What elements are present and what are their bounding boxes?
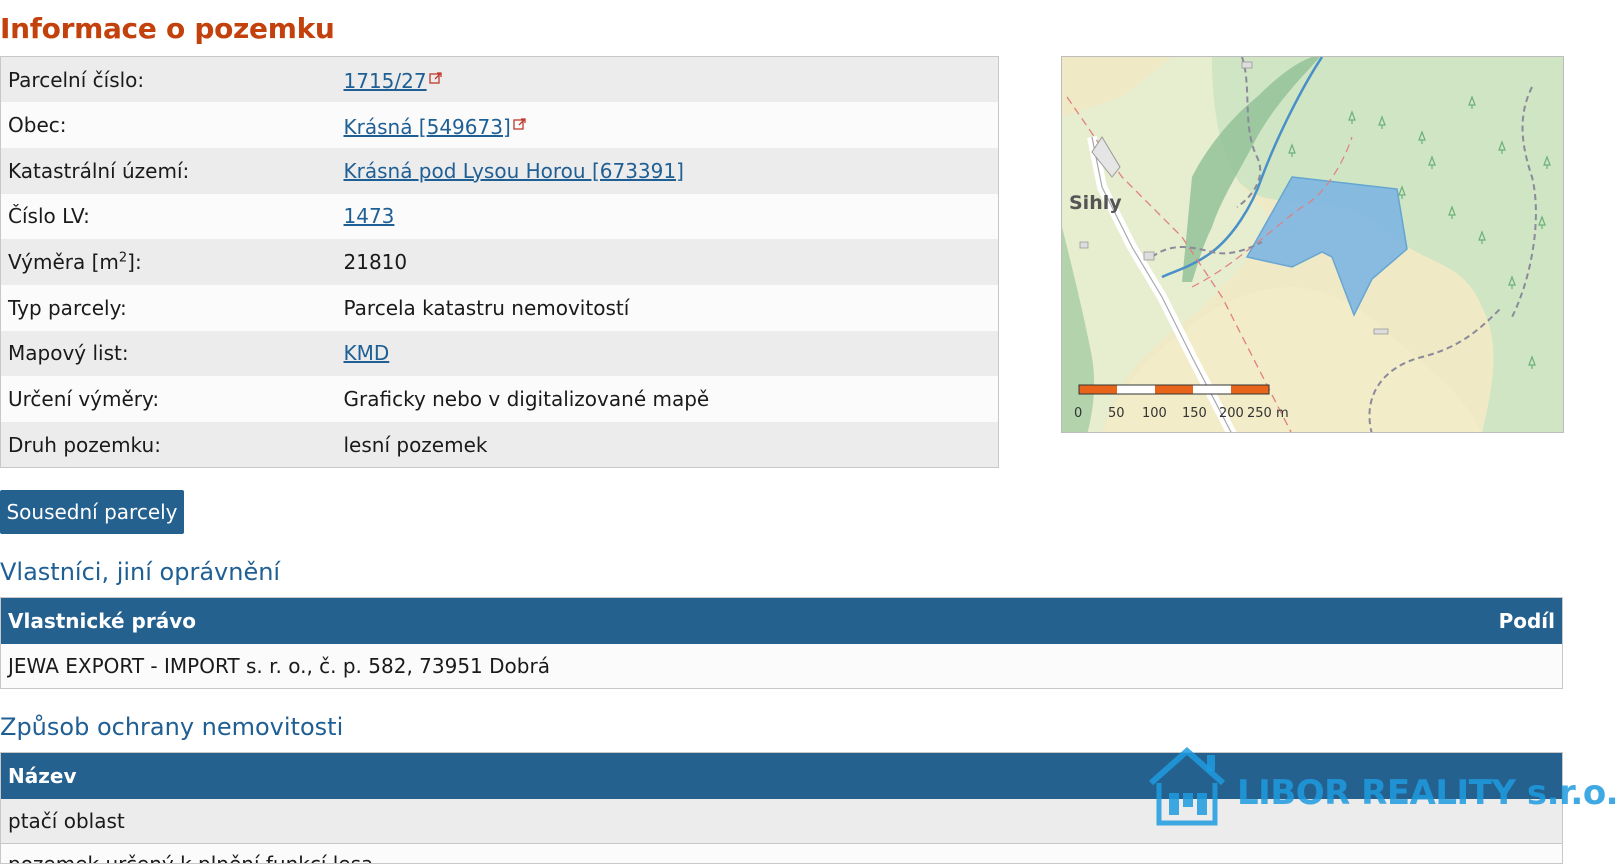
- info-label: Výměra [m2]:: [0, 239, 337, 285]
- area-label-sup: 2: [118, 250, 128, 266]
- info-label: Číslo LV:: [0, 193, 337, 240]
- info-label: Určení výměry:: [0, 376, 337, 422]
- share-cell: [1385, 643, 1563, 689]
- scale-label: 150: [1182, 406, 1207, 421]
- info-label: Typ parcely:: [0, 284, 337, 331]
- info-row-parcel-type: Typ parcely: Parcela katastru nemovitost…: [0, 284, 999, 331]
- info-label: Mapový list:: [0, 330, 337, 377]
- municipality-link[interactable]: Krásná [549673]: [344, 115, 511, 139]
- info-label: Parcelní číslo:: [0, 56, 337, 103]
- map-sheet-link[interactable]: KMD: [344, 341, 390, 365]
- scale-label: 250 m: [1247, 406, 1289, 421]
- protection-cell: ptačí oblast: [0, 798, 1563, 844]
- lv-number-link[interactable]: 1473: [344, 204, 395, 228]
- owners-section-title: Vlastníci, jiní oprávnění: [0, 558, 281, 586]
- info-label: Katastrální území:: [0, 147, 337, 194]
- scale-label: 0: [1074, 406, 1082, 421]
- info-value: 1473: [336, 193, 999, 240]
- info-row-cadastral-area: Katastrální území: Krásná pod Lysou Horo…: [0, 147, 999, 194]
- neighbor-parcels-button[interactable]: Sousední parcely: [0, 490, 184, 534]
- parcel-number-link[interactable]: 1715/27: [344, 69, 427, 93]
- protection-header-row: Název: [0, 752, 1563, 799]
- parcel-info-table: Parcelní číslo: 1715/27 Obec: Krásná [54…: [0, 56, 999, 469]
- owners-table: Vlastnické právo Podíl JEWA EXPORT - IMP…: [0, 597, 1563, 689]
- map-scale-bar: [1078, 384, 1270, 395]
- scale-label: 100: [1142, 406, 1167, 421]
- protection-col-name: Název: [0, 752, 1563, 799]
- info-value: Krásná [549673]: [336, 102, 999, 148]
- protection-table: Název ptačí oblast: [0, 752, 1563, 844]
- external-link-icon[interactable]: [513, 112, 527, 136]
- area-label-prefix: Výměra [m: [8, 250, 119, 275]
- scale-label: 50: [1108, 406, 1125, 421]
- info-value: KMD: [336, 330, 999, 377]
- info-value: 1715/27: [336, 56, 999, 103]
- info-row-municipality: Obec: Krásná [549673]: [0, 102, 999, 148]
- owner-cell: JEWA EXPORT - IMPORT s. r. o., č. p. 582…: [0, 643, 1386, 689]
- info-row-land-type: Druh pozemku: lesní pozemek: [0, 422, 999, 468]
- info-value: 21810: [336, 239, 999, 285]
- scale-label: 200: [1219, 406, 1244, 421]
- info-row-area-determination: Určení výměry: Graficky nebo v digitaliz…: [0, 376, 999, 422]
- info-label: Obec:: [0, 102, 337, 148]
- info-row-lv-number: Číslo LV: 1473: [0, 193, 999, 240]
- info-label: Druh pozemku:: [0, 422, 337, 468]
- owners-col-owner: Vlastnické právo: [0, 597, 1386, 644]
- info-value: Krásná pod Lysou Horou [673391]: [336, 147, 999, 194]
- owners-col-share: Podíl: [1385, 597, 1563, 644]
- table-row: ptačí oblast: [0, 798, 1563, 844]
- parcel-map[interactable]: Sihly 0 50 100 150 200 250 m: [1061, 56, 1564, 433]
- info-value: Parcela katastru nemovitostí: [336, 284, 999, 331]
- info-value: lesní pozemek: [336, 422, 999, 468]
- map-place-label: Sihly: [1069, 192, 1122, 214]
- external-link-icon[interactable]: [428, 66, 443, 90]
- owners-header-row: Vlastnické právo Podíl: [0, 597, 1563, 644]
- protection-section-title: Způsob ochrany nemovitosti: [0, 713, 344, 741]
- table-row-partial: pozemek určený k plnění funkcí lesa: [0, 844, 1563, 864]
- cadastral-area-link[interactable]: Krásná pod Lysou Horou [673391]: [344, 159, 684, 183]
- info-row-map-sheet: Mapový list: KMD: [0, 330, 999, 377]
- info-row-parcel-number: Parcelní číslo: 1715/27: [0, 56, 999, 103]
- info-row-area: Výměra [m2]: 21810: [0, 239, 999, 285]
- info-value: Graficky nebo v digitalizované mapě: [336, 376, 999, 422]
- area-label-suffix: ]:: [127, 250, 142, 275]
- table-row: JEWA EXPORT - IMPORT s. r. o., č. p. 582…: [0, 643, 1563, 689]
- page-title: Informace o pozemku: [0, 12, 335, 45]
